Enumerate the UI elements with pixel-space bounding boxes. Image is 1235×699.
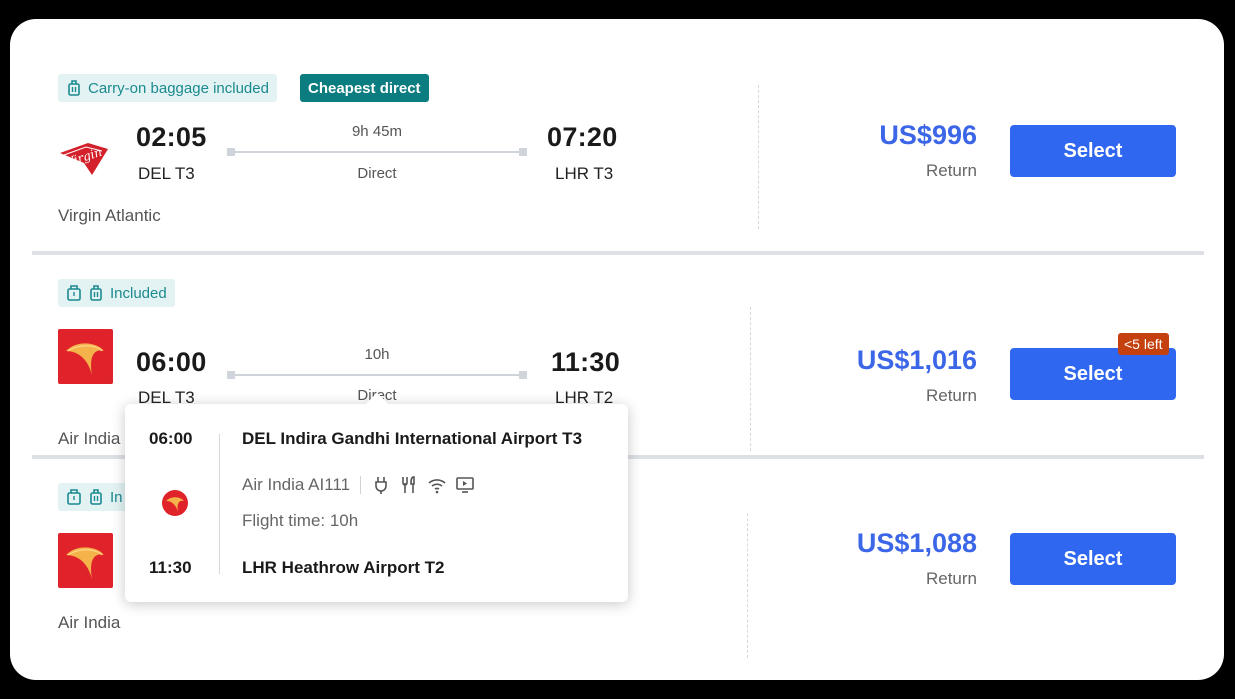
depart-time: 06:00 (136, 347, 207, 377)
flight-path-line (227, 148, 527, 156)
tooltip-depart-airport: DEL Indira Gandhi International Airport … (242, 429, 583, 448)
amenities (371, 475, 475, 495)
price: US$996 (879, 120, 977, 150)
badge-label: Included (110, 284, 167, 302)
divider (747, 513, 748, 658)
divider (758, 85, 759, 229)
entertainment-icon (456, 477, 474, 493)
air-india-logo (58, 329, 113, 384)
checked-bag-icon (67, 489, 81, 505)
carry-on-bag-icon (68, 80, 80, 96)
badge-label: In (110, 488, 123, 506)
divider (750, 307, 751, 451)
price: US$1,088 (856, 528, 977, 558)
cheapest-direct-badge: Cheapest direct (300, 74, 429, 102)
tooltip-flight-info: Air India AI111 (242, 475, 475, 495)
flight-detail-tooltip: 06:00 DEL Indira Gandhi International Ai… (125, 392, 628, 602)
baggage-included-badge: Included (58, 279, 175, 307)
flight-duration: 10h (364, 346, 390, 363)
air-india-logo-small (162, 490, 188, 516)
checked-bag-icon (67, 285, 81, 301)
air-india-logo (58, 533, 113, 588)
virgin-atlantic-logo: Virgin (58, 129, 113, 184)
separator (360, 476, 362, 494)
tooltip-timeline (219, 434, 220, 574)
price-note: Return (925, 161, 977, 180)
depart-airport-code: DEL T3 (138, 164, 195, 183)
carry-on-badge: Carry-on baggage included (58, 74, 277, 102)
select-button[interactable]: Select (1010, 125, 1176, 177)
select-button[interactable]: Select (1010, 348, 1176, 400)
wifi-icon (428, 479, 446, 494)
arrive-time: 11:30 (551, 347, 621, 377)
tooltip-arrive-time: 11:30 (149, 558, 192, 577)
baggage-included-badge: In (58, 483, 131, 511)
airline-name: Air India (58, 429, 121, 448)
arrive-time: 07:20 (547, 122, 618, 152)
tooltip-depart-time: 06:00 (149, 429, 193, 448)
carry-on-bag-icon (90, 489, 102, 505)
tooltip-flight-time: Flight time: 10h (242, 511, 359, 530)
power-icon (375, 477, 387, 494)
depart-time: 02:05 (136, 122, 207, 152)
arrive-airport-code: LHR T3 (555, 164, 614, 183)
price-note: Return (925, 386, 977, 405)
badge-label: Cheapest direct (308, 79, 421, 97)
price-note: Return (925, 569, 977, 588)
airline-name: Air India (58, 613, 121, 632)
flight-stops: Direct (357, 165, 397, 182)
tooltip-flight-number: Air India AI111 (242, 475, 351, 494)
flight-duration: 9h 45m (351, 123, 403, 140)
select-button[interactable]: Select (1010, 533, 1176, 585)
seats-left-badge: <5 left (1118, 333, 1169, 355)
badge-label: Carry-on baggage included (88, 79, 269, 97)
carry-on-bag-icon (90, 285, 102, 301)
flight-path-line (227, 371, 527, 379)
tooltip-arrive-airport: LHR Heathrow Airport T2 (242, 558, 445, 577)
meal-icon (402, 476, 415, 493)
flight-result-row[interactable]: Carry-on baggage included Cheapest direc… (10, 19, 1224, 251)
airline-name: Virgin Atlantic (58, 206, 161, 225)
price: US$1,016 (856, 345, 977, 375)
